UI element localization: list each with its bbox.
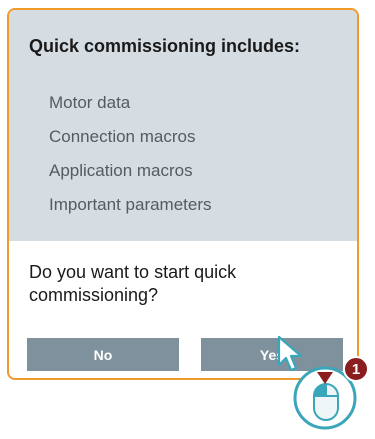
list-item: Application macros xyxy=(49,161,193,180)
no-button[interactable]: No xyxy=(27,338,179,371)
list-item: Connection macros xyxy=(49,127,196,146)
step-number-badge: 1 xyxy=(343,356,369,382)
info-title: Quick commissioning includes: xyxy=(29,36,301,56)
quick-commissioning-dialog: Quick commissioning includes: Motor data… xyxy=(7,8,359,380)
list-item: Motor data xyxy=(49,93,131,112)
info-panel: Quick commissioning includes: Motor data… xyxy=(9,10,357,241)
confirmation-question: Do you want to start quick commissioning… xyxy=(29,262,237,305)
info-list: Motor data Connection macros Application… xyxy=(49,86,212,222)
list-item: Important parameters xyxy=(49,195,212,214)
screen: Quick commissioning includes: Motor data… xyxy=(0,0,375,439)
